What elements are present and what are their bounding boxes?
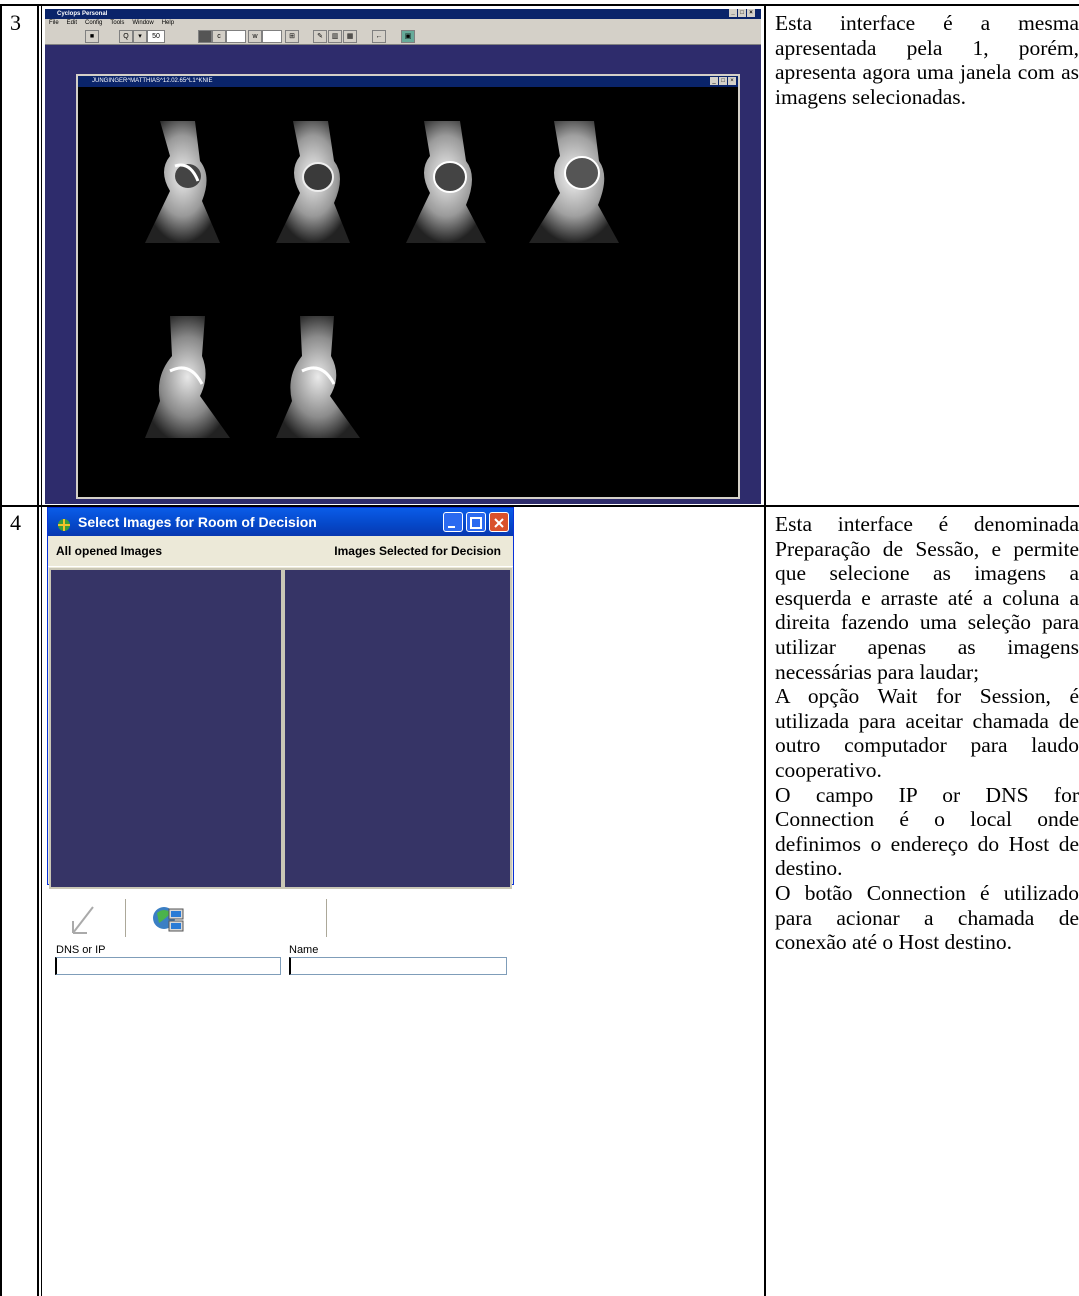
grid-icon[interactable]: ⊞ [285, 30, 299, 43]
connection-panel: DNS or IP Name [49, 891, 512, 986]
all-opened-images-pane[interactable] [49, 568, 283, 889]
app-icon [56, 514, 72, 531]
window-icon[interactable]: w [248, 30, 262, 43]
layout-icon[interactable]: ▥ [328, 30, 342, 43]
network-icon[interactable]: ▣ [401, 30, 415, 43]
mri-image-2[interactable] [268, 121, 367, 243]
zoom-value[interactable]: 50 [147, 30, 165, 43]
table-column-divider-2 [764, 4, 766, 1296]
dns-or-ip-label: DNS or IP [56, 944, 106, 956]
toolbar-separator [125, 899, 126, 937]
connection-button[interactable] [151, 901, 185, 935]
menu-config[interactable]: Config [85, 19, 102, 28]
save-icon[interactable]: ■ [85, 30, 99, 43]
mri-image-5[interactable] [140, 316, 239, 438]
zoom-icon[interactable]: Q [119, 30, 133, 43]
table-border-top [0, 4, 1079, 6]
select-images-dialog: Select Images for Room of Decision All o… [47, 507, 514, 975]
menu-tools[interactable]: Tools [110, 19, 124, 28]
back-arrow-icon[interactable]: ← [372, 30, 386, 43]
minimize-icon[interactable] [443, 512, 463, 532]
close-icon[interactable]: × [728, 77, 736, 85]
column-headers: All opened Images Images Selected for De… [48, 536, 513, 567]
row-number-3: 3 [10, 10, 21, 35]
close-icon[interactable] [489, 512, 509, 532]
row-4-description: Esta interface é denominada Preparação d… [775, 512, 1079, 955]
table-column-divider-1b [41, 4, 42, 1296]
minimize-icon[interactable]: _ [729, 9, 737, 17]
row-number-4: 4 [10, 510, 21, 535]
menu-help[interactable]: Help [162, 19, 174, 28]
cyclops-title: Cyclops Personal [57, 11, 108, 17]
paint-icon[interactable]: ✎ [313, 30, 327, 43]
all-opened-images-header: All opened Images [56, 544, 163, 558]
maximize-icon[interactable]: □ [719, 77, 727, 85]
viewer-window-controls: _ □ × [710, 77, 736, 85]
image-viewer-title: JUNGINGER^MATTHIAS^12.02.65^L1^KNIE [92, 78, 213, 84]
images-selected-header: Images Selected for Decision [334, 544, 501, 558]
wait-for-session-button[interactable] [67, 903, 97, 935]
menu-file[interactable]: File [49, 19, 59, 28]
dns-or-ip-input[interactable] [55, 957, 281, 975]
cyclops-screenshot: Cyclops Personal _ □ × File Edit Config … [45, 9, 761, 504]
maximize-icon[interactable]: □ [738, 9, 746, 17]
cyclops-toolbar: ■ Q ▾ 50 c w ⊞ ✎ ▥ ▦ ← ▣ [45, 28, 761, 45]
mri-image-1[interactable] [140, 121, 239, 243]
images-selected-pane[interactable] [283, 568, 512, 889]
cyclops-menubar: File Edit Config Tools Window Help [45, 19, 761, 28]
mri-image-6[interactable] [268, 316, 367, 438]
maximize-icon[interactable] [466, 512, 486, 532]
row-3-description: Esta interface é a mesma apresentada pel… [775, 11, 1079, 109]
mri-image-3[interactable] [396, 121, 495, 243]
table-border-left [0, 4, 2, 1296]
document-table: 3 Cyclops Personal _ □ × File Edit Confi… [0, 0, 1079, 1296]
name-input[interactable] [289, 957, 507, 975]
table-column-divider-1 [37, 4, 39, 1296]
cyclops-titlebar: Cyclops Personal _ □ × [45, 9, 761, 19]
center-icon[interactable]: c [212, 30, 226, 43]
cyclops-window-controls: _ □ × [729, 9, 755, 18]
toolbar-separator [326, 899, 327, 937]
center-field[interactable] [226, 30, 246, 43]
window-field[interactable] [262, 30, 282, 43]
dialog-titlebar: Select Images for Room of Decision [48, 508, 513, 536]
image-viewer-titlebar: JUNGINGER^MATTHIAS^12.02.65^L1^KNIE _ □ … [78, 76, 738, 87]
close-icon[interactable]: × [747, 9, 755, 17]
menu-edit[interactable]: Edit [67, 19, 77, 28]
name-label: Name [289, 944, 319, 956]
image-viewer-window: JUNGINGER^MATTHIAS^12.02.65^L1^KNIE _ □ … [76, 74, 740, 499]
zoom-dropdown[interactable]: ▾ [133, 30, 147, 43]
minimize-icon[interactable]: _ [710, 77, 718, 85]
menu-window[interactable]: Window [132, 19, 153, 28]
film-icon[interactable]: ▦ [343, 30, 357, 43]
contrast-icon[interactable] [198, 30, 212, 43]
dialog-title: Select Images for Room of Decision [78, 514, 317, 530]
mri-image-4[interactable] [524, 121, 623, 243]
